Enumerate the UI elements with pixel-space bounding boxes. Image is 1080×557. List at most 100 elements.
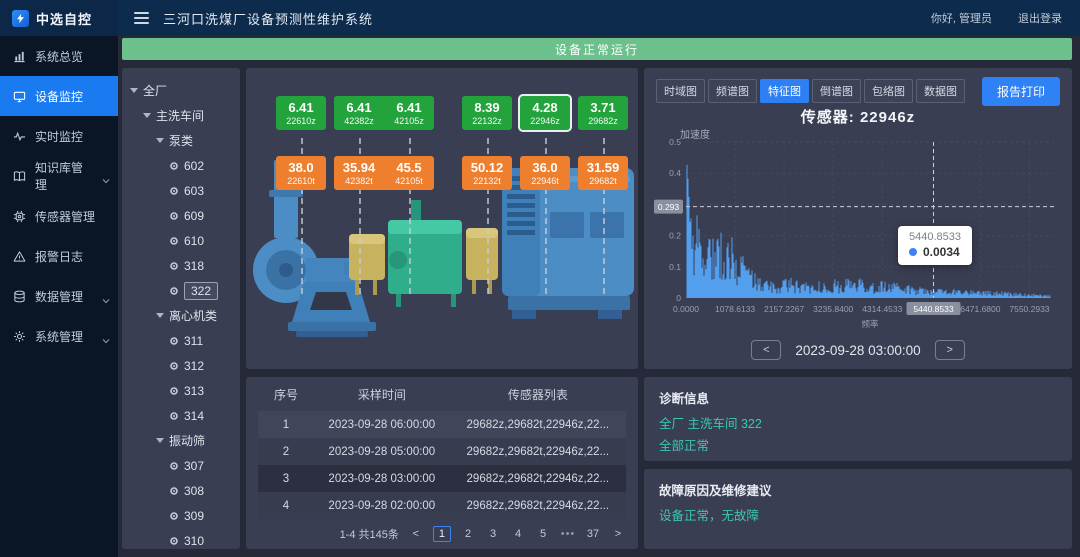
gear-node-icon xyxy=(169,261,179,271)
sensor-42105t[interactable]: 45.542105t xyxy=(384,156,434,190)
table-row[interactable]: 32023-09-28 03:00:0029682z,29682t,22946z… xyxy=(258,465,626,492)
device-monitor-icon xyxy=(13,90,26,103)
tree-node-308[interactable]: 308 xyxy=(126,478,236,503)
sensor-22946t[interactable]: 36.022946t xyxy=(520,156,570,190)
overview-icon xyxy=(13,50,26,63)
equipment-tree: 全厂主洗车间泵类602603609610318322离心机类3113123133… xyxy=(122,68,240,549)
tree-node-309[interactable]: 309 xyxy=(126,503,236,528)
sensor-id: 42382z xyxy=(344,115,374,127)
sensor-id: 42105z xyxy=(394,115,424,127)
tree-node-602[interactable]: 602 xyxy=(126,153,236,178)
tree-branch-centrifuges[interactable]: 离心机类 xyxy=(126,303,236,328)
tab-5[interactable]: 数据图 xyxy=(916,79,965,103)
caret-down-icon xyxy=(156,313,164,318)
tab-2[interactable]: 特征图 xyxy=(760,79,809,103)
sidebar-item-overview[interactable]: 系统总览 xyxy=(0,36,118,76)
sensor-temp-box: 31.5929682t xyxy=(578,156,628,190)
tree-branch-vibrating-screens[interactable]: 振动筛 xyxy=(126,428,236,453)
sensor-42382z[interactable]: 6.4142382z xyxy=(334,96,384,130)
main-content: 设备正常运行 全厂主洗车间泵类602603609610318322离心机类311… xyxy=(118,36,1080,557)
tree-node-312[interactable]: 312 xyxy=(126,353,236,378)
sensor-id: 22610t xyxy=(287,175,315,187)
sensor-22610t[interactable]: 38.022610t xyxy=(276,156,326,190)
caret-down-icon xyxy=(156,138,164,143)
sensor-value: 4.28 xyxy=(532,100,557,115)
tree-node-313[interactable]: 313 xyxy=(126,378,236,403)
tree-branch-all-plant[interactable]: 全厂 xyxy=(126,78,236,103)
tree-node-314[interactable]: 314 xyxy=(126,403,236,428)
user-greeting: 你好, 管理员 xyxy=(931,10,992,26)
page-button-37[interactable]: 37 xyxy=(585,528,601,540)
page-button-1[interactable]: 1 xyxy=(433,526,451,542)
tree-node-label: 309 xyxy=(184,509,204,523)
tree-node-318[interactable]: 318 xyxy=(126,253,236,278)
tab-3[interactable]: 倒谱图 xyxy=(812,79,861,103)
sensor-value-box: 6.4142382z6.4142105z xyxy=(334,96,434,130)
tree-branch-main-wash-shop[interactable]: 主洗车间 xyxy=(126,103,236,128)
sidebar-item-alarm-log[interactable]: 报警日志 xyxy=(0,236,118,276)
logo: 中选自控 xyxy=(0,0,118,36)
sensor-id: 42105t xyxy=(395,175,423,187)
sensor-29682t[interactable]: 31.5929682t xyxy=(578,156,628,190)
sensor-22946z[interactable]: 4.2822946z xyxy=(520,96,570,130)
tree-node-310[interactable]: 310 xyxy=(126,528,236,549)
svg-text:0.1: 0.1 xyxy=(669,262,681,272)
page-button-2[interactable]: 2 xyxy=(460,528,476,540)
sidebar-item-system-manage[interactable]: 系统管理 xyxy=(0,316,118,356)
tree-node-label: 全厂 xyxy=(143,82,167,99)
data-manage-icon xyxy=(13,290,26,303)
tree-branch-pumps[interactable]: 泵类 xyxy=(126,128,236,153)
sidebar-item-realtime[interactable]: 实时监控 xyxy=(0,116,118,156)
prev-date-button[interactable]: < xyxy=(751,340,781,360)
sidebar-item-device-monitor[interactable]: 设备监控 xyxy=(0,76,118,116)
prev-page-button[interactable]: < xyxy=(408,528,424,540)
tree-node-label: 振动筛 xyxy=(169,432,205,449)
sensor-22610z[interactable]: 6.4122610z xyxy=(276,96,326,130)
page-button-5[interactable]: 5 xyxy=(535,528,551,540)
table-row[interactable]: 42023-09-28 02:00:0029682z,29682t,22946z… xyxy=(258,492,626,519)
menu-toggle-icon[interactable] xyxy=(134,12,149,24)
next-page-button[interactable]: > xyxy=(610,528,626,540)
pagination: 1-4 共145条<12345•••37> xyxy=(258,519,626,549)
chevron-down-icon xyxy=(102,293,110,299)
chart-tooltip: 5440.8533 0.0034 xyxy=(898,226,972,265)
tree-node-609[interactable]: 609 xyxy=(126,203,236,228)
sensor-29682z[interactable]: 3.7129682z xyxy=(578,96,628,130)
tab-0[interactable]: 时域图 xyxy=(656,79,705,103)
tree-node-307[interactable]: 307 xyxy=(126,453,236,478)
chevron-down-icon xyxy=(102,173,110,179)
diagnosis-line: 全部正常 xyxy=(659,436,1057,458)
sensor-22132t[interactable]: 50.1222132t xyxy=(462,156,512,190)
tab-4[interactable]: 包络图 xyxy=(864,79,913,103)
sensor-42105z[interactable]: 6.4142105z xyxy=(384,96,434,130)
spectrum-chart[interactable]: 00.10.20.40.50.00001078.61332157.2267323… xyxy=(652,134,1064,340)
sidebar-item-label: 传感器管理 xyxy=(35,208,95,225)
table-row[interactable]: 12023-09-28 06:00:0029682z,29682t,22946z… xyxy=(258,411,626,438)
page-button-4[interactable]: 4 xyxy=(510,528,526,540)
fault-line: 设备正常，无故障 xyxy=(659,506,1057,528)
print-report-button[interactable]: 报告打印 xyxy=(982,77,1060,106)
sidebar-item-knowledge[interactable]: 知识库管理 xyxy=(0,156,118,196)
sensor-22132z[interactable]: 8.3922132z xyxy=(462,96,512,130)
gear-node-icon xyxy=(169,486,179,496)
svg-text:4314.4533: 4314.4533 xyxy=(862,304,902,314)
date-navigation: < 2023-09-28 03:00:00 > xyxy=(644,340,1072,360)
fault-title: 故障原因及维修建议 xyxy=(659,480,1057,499)
tab-1[interactable]: 频谱图 xyxy=(708,79,757,103)
tree-node-label: 311 xyxy=(184,334,203,348)
sidebar-item-sensor-manage[interactable]: 传感器管理 xyxy=(0,196,118,236)
svg-text:0.293: 0.293 xyxy=(658,202,680,212)
tree-node-322[interactable]: 322 xyxy=(126,278,236,303)
page-button-3[interactable]: 3 xyxy=(485,528,501,540)
samples-panel: 序号采样时间传感器列表 12023-09-28 06:00:0029682z,2… xyxy=(246,377,638,549)
tree-node-311[interactable]: 311 xyxy=(126,328,236,353)
logout-link[interactable]: 退出登录 xyxy=(1018,10,1062,26)
next-date-button[interactable]: > xyxy=(935,340,965,360)
sidebar-item-label: 系统总览 xyxy=(35,48,83,65)
tree-node-603[interactable]: 603 xyxy=(126,178,236,203)
sensor-id: 22132t xyxy=(473,175,501,187)
tree-node-610[interactable]: 610 xyxy=(126,228,236,253)
sensor-42382t[interactable]: 35.9442382t xyxy=(334,156,384,190)
table-row[interactable]: 22023-09-28 05:00:0029682z,29682t,22946z… xyxy=(258,438,626,465)
sidebar-item-data-manage[interactable]: 数据管理 xyxy=(0,276,118,316)
